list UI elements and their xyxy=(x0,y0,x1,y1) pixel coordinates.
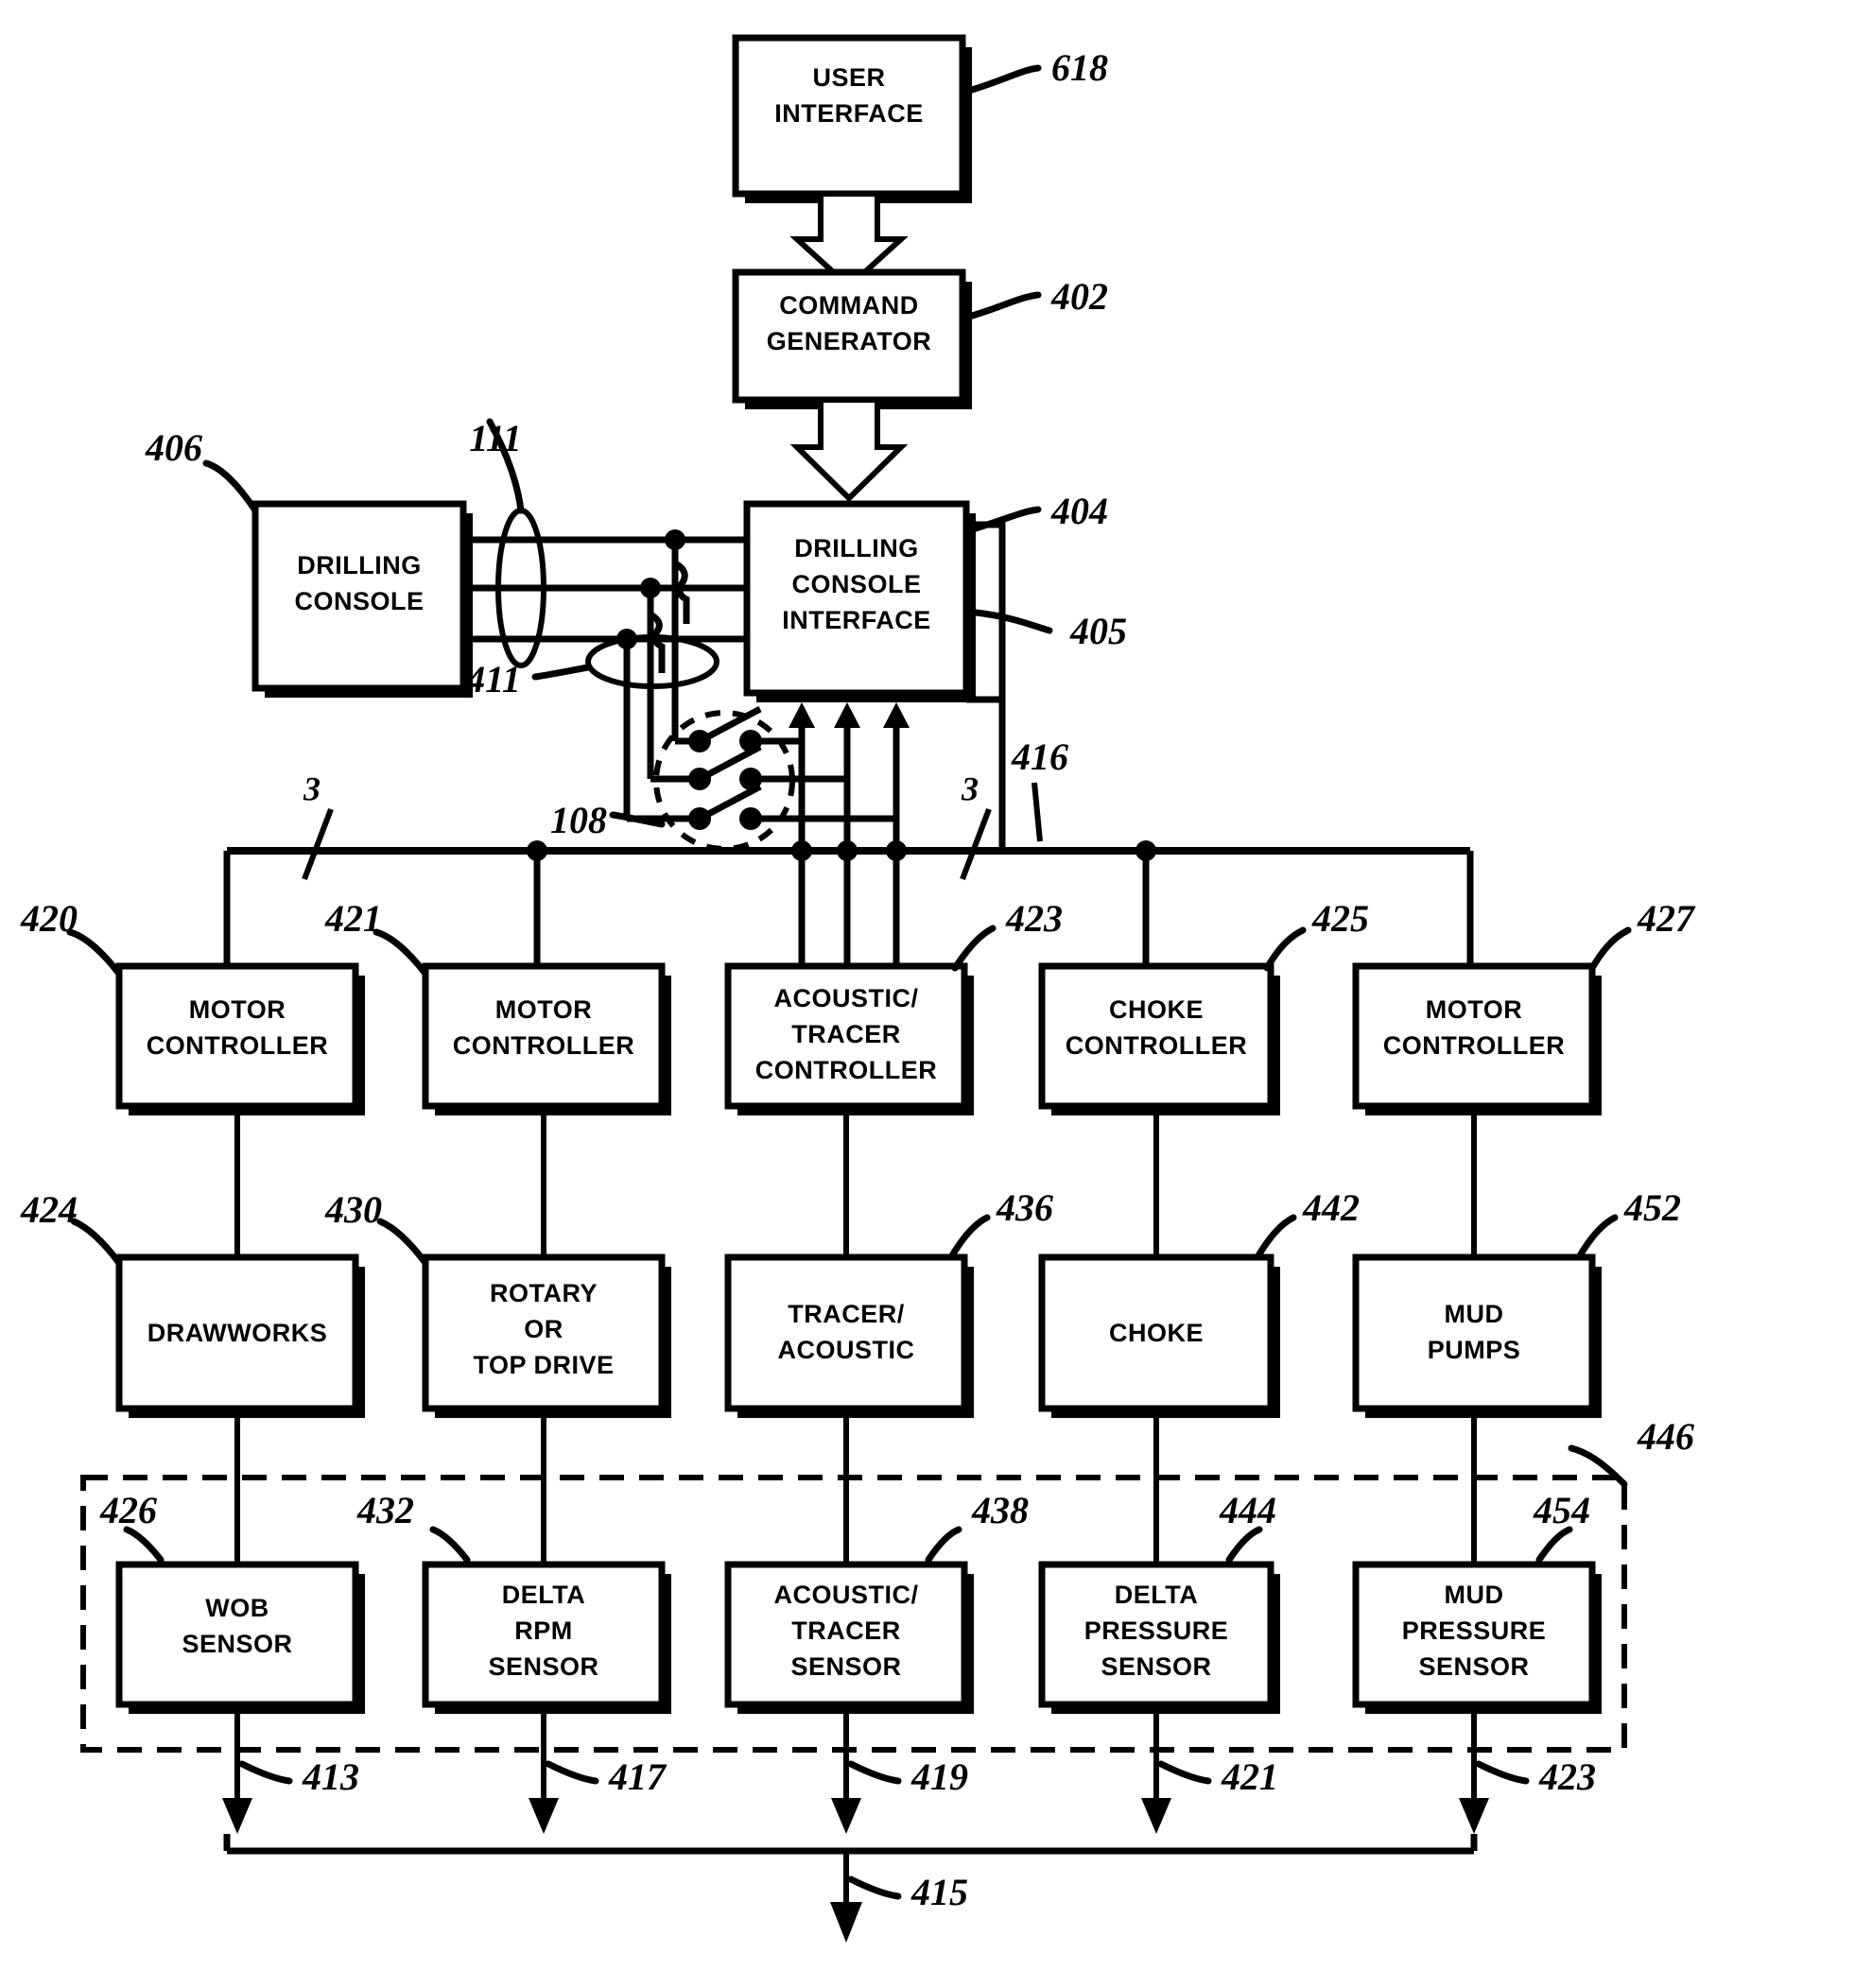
ref-404: 404 xyxy=(1050,490,1108,532)
block-label-line: INTERFACE xyxy=(782,606,931,634)
block-label-line: ACOUSTIC xyxy=(778,1336,915,1364)
block-label-line: CONTROLLER xyxy=(453,1031,634,1060)
block-drawworks: DRAWWORKS xyxy=(115,1253,365,1418)
ref-436: 436 xyxy=(996,1186,1053,1229)
block-label-line: CONTROLLER xyxy=(147,1031,328,1060)
ref-427: 427 xyxy=(1637,897,1696,940)
block-label-line: TRACER/ xyxy=(788,1300,905,1328)
ref-430: 430 xyxy=(324,1188,382,1231)
block-rotary-or-top-drive: ROTARY OR TOP DRIVE xyxy=(422,1253,671,1418)
patent-figure: USER INTERFACE 618 COMMAND GENERATOR 402… xyxy=(0,0,1855,1988)
ref-416: 416 xyxy=(1011,735,1068,778)
ref-454: 454 xyxy=(1533,1489,1590,1531)
ref-420: 420 xyxy=(20,897,78,940)
block-label-line: PRESSURE xyxy=(1084,1616,1229,1645)
ref-423-controller: 423 xyxy=(1005,897,1063,940)
ref-417: 417 xyxy=(608,1755,667,1798)
block-label-line: GENERATOR xyxy=(767,327,932,355)
block-label-line: WOB xyxy=(205,1594,269,1622)
block-label-line: DELTA xyxy=(1115,1581,1198,1609)
block-label-line: CONTROLLER xyxy=(1066,1031,1247,1060)
block-label-line: MOTOR xyxy=(189,995,286,1024)
block-label-line: TRACER xyxy=(791,1020,901,1048)
ref-452: 452 xyxy=(1623,1186,1681,1229)
block-label-line: PUMPS xyxy=(1428,1336,1521,1364)
block-label-line: ROTARY xyxy=(490,1279,598,1307)
ref-bus-right-3: 3 xyxy=(961,769,979,807)
ref-411: 411 xyxy=(465,658,521,700)
ref-402: 402 xyxy=(1050,275,1108,318)
block-label-line: TRACER xyxy=(791,1616,901,1645)
ref-bus-left-3: 3 xyxy=(303,769,321,807)
ref-406: 406 xyxy=(145,426,202,469)
block-label-line: INTERFACE xyxy=(774,99,924,128)
block-label-line: MOTOR xyxy=(495,995,593,1024)
block-label-line: MUD xyxy=(1445,1581,1504,1609)
block-label-line: TOP DRIVE xyxy=(473,1351,614,1379)
ref-108: 108 xyxy=(550,799,607,841)
block-motor-controller-3: MOTOR CONTROLLER xyxy=(1352,962,1602,1115)
ref-421-controller: 421 xyxy=(324,897,382,940)
block-user-interface: USER INTERFACE xyxy=(732,34,972,203)
block-label-line: CONTROLLER xyxy=(1383,1031,1565,1060)
block-wob-sensor: WOB SENSOR xyxy=(115,1561,365,1714)
block-label-line: SENSOR xyxy=(182,1630,292,1658)
ref-111: 111 xyxy=(469,417,522,459)
block-label-line: MOTOR xyxy=(1426,995,1523,1024)
block-mud-pumps: MUD PUMPS xyxy=(1352,1253,1602,1418)
block-command-generator: COMMAND GENERATOR xyxy=(732,268,972,409)
block-label-line: DRILLING xyxy=(297,551,422,579)
block-label-line: CHOKE xyxy=(1109,995,1204,1024)
block-motor-controller-1: MOTOR CONTROLLER xyxy=(115,962,365,1115)
block-tracer-acoustic: TRACER/ ACOUSTIC xyxy=(724,1253,974,1418)
block-label-line: SENSOR xyxy=(790,1652,901,1681)
ref-438: 438 xyxy=(971,1489,1029,1531)
block-drilling-console: DRILLING CONSOLE xyxy=(251,500,473,698)
ref-425: 425 xyxy=(1311,897,1369,940)
block-drilling-console-interface: DRILLING CONSOLE INTERFACE xyxy=(743,500,976,702)
block-label-line: CONTROLLER xyxy=(755,1056,937,1084)
block-label-line: DRAWWORKS xyxy=(147,1319,327,1347)
block-label-line: ACOUSTIC/ xyxy=(774,984,919,1012)
ref-421-output: 421 xyxy=(1221,1755,1278,1798)
ref-432: 432 xyxy=(356,1489,414,1531)
ref-419: 419 xyxy=(910,1755,968,1798)
block-delta-rpm-sensor: DELTA RPM SENSOR xyxy=(422,1561,671,1714)
ref-424: 424 xyxy=(20,1188,78,1231)
block-label-line: OR xyxy=(524,1315,563,1343)
block-label-line: USER xyxy=(812,63,885,92)
block-label-line: SENSOR xyxy=(488,1652,598,1681)
block-label-line: DRILLING xyxy=(794,534,919,562)
block-label-line: SENSOR xyxy=(1418,1652,1529,1681)
block-label-line: SENSOR xyxy=(1101,1652,1211,1681)
block-label-line: DELTA xyxy=(502,1581,585,1609)
ref-444: 444 xyxy=(1219,1489,1276,1531)
ref-405: 405 xyxy=(1069,610,1127,652)
block-choke-controller: CHOKE CONTROLLER xyxy=(1038,962,1280,1115)
block-mud-pressure-sensor: MUD PRESSURE SENSOR xyxy=(1352,1561,1602,1714)
ref-415: 415 xyxy=(910,1871,968,1913)
block-label-line: CHOKE xyxy=(1109,1319,1204,1347)
ref-618: 618 xyxy=(1051,46,1108,89)
block-label-line: RPM xyxy=(514,1616,573,1645)
ref-442: 442 xyxy=(1302,1186,1360,1229)
block-acoustic-tracer-controller: ACOUSTIC/ TRACER CONTROLLER xyxy=(724,962,974,1115)
block-label-line: ACOUSTIC/ xyxy=(774,1581,919,1609)
block-choke: CHOKE xyxy=(1038,1253,1280,1418)
block-label-line: MUD xyxy=(1445,1300,1504,1328)
block-label-line: CONSOLE xyxy=(294,587,424,615)
block-motor-controller-2: MOTOR CONTROLLER xyxy=(422,962,671,1115)
block-label-line: CONSOLE xyxy=(791,570,921,598)
ref-426: 426 xyxy=(99,1489,157,1531)
ref-423-output: 423 xyxy=(1538,1755,1596,1798)
ref-413: 413 xyxy=(302,1755,359,1798)
block-acoustic-tracer-sensor: ACOUSTIC/ TRACER SENSOR xyxy=(724,1561,974,1714)
ref-446: 446 xyxy=(1637,1415,1694,1458)
block-label-line: PRESSURE xyxy=(1402,1616,1547,1645)
block-label-line: COMMAND xyxy=(779,291,918,320)
block-delta-pressure-sensor: DELTA PRESSURE SENSOR xyxy=(1038,1561,1280,1714)
